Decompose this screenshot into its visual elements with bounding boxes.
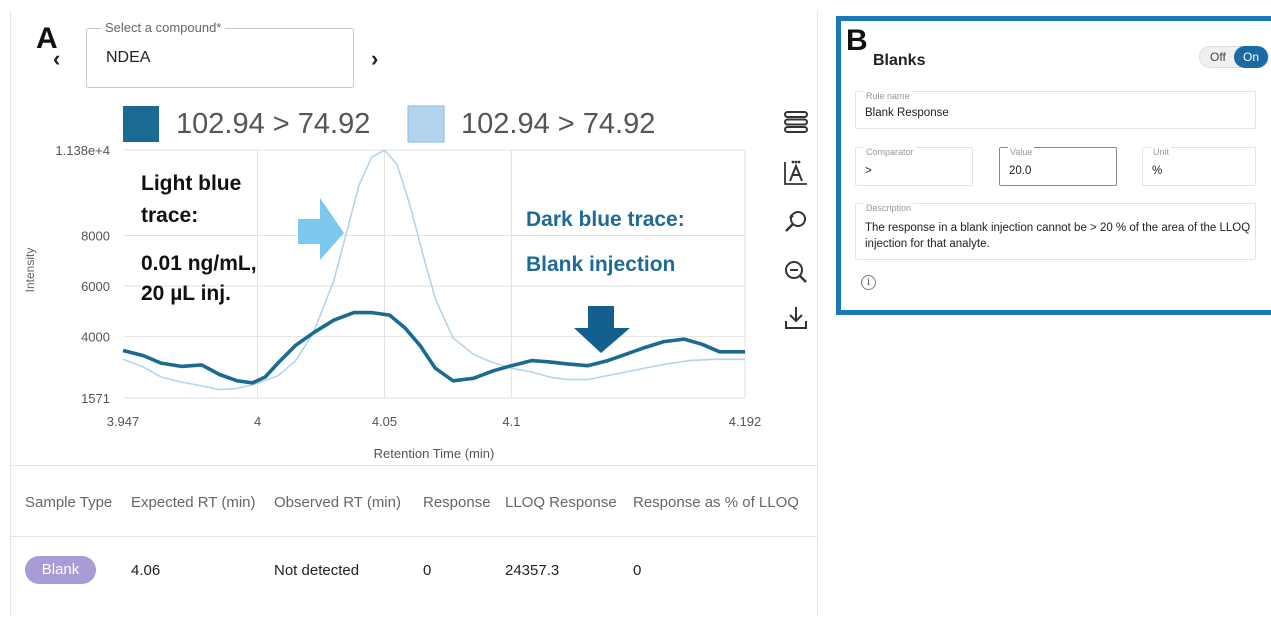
right-arrow-icon <box>298 198 344 260</box>
blanks-title: Blanks <box>873 52 926 69</box>
y-tick-label: 1.138e+4 <box>55 143 110 158</box>
description-value: The response in a blank injection cannot… <box>865 222 1251 250</box>
download-icon[interactable] <box>781 303 811 333</box>
comparator-field[interactable]: Comparator > <box>855 147 973 186</box>
reset-zoom-icon[interactable] <box>781 207 811 237</box>
y-tick-label: 8000 <box>81 228 110 243</box>
rule-name-label: Rule name <box>864 91 912 101</box>
sample-type-badge: Blank <box>25 556 96 584</box>
table-top-divider <box>10 465 818 466</box>
panel-b-letter: B <box>846 24 868 57</box>
legend-swatch <box>407 105 445 143</box>
description-field[interactable]: Description The response in a blank inje… <box>855 203 1256 260</box>
unit-field[interactable]: Unit % <box>1142 147 1256 186</box>
table-header-divider <box>10 536 818 537</box>
col-header-response: Response <box>423 494 491 511</box>
unit-label: Unit <box>1151 147 1172 157</box>
comparator-label: Comparator <box>864 147 916 157</box>
y-axis-label: Intensity <box>23 248 37 293</box>
x-tick-label: 4.192 <box>729 414 762 429</box>
col-header-sample-type: Sample Type <box>25 494 113 511</box>
light-trace-annotation-2: trace: <box>141 204 198 227</box>
dark-trace-annotation-1: Dark blue trace: <box>526 208 685 231</box>
light-trace-annotation-3: 0.01 ng/mL, <box>141 252 257 275</box>
comparator-value: > <box>865 165 872 177</box>
cell-response-pct: 0 <box>633 562 642 579</box>
cell-lloq-response: 24357.3 <box>505 562 560 579</box>
cell-response: 0 <box>423 562 432 579</box>
value-value: 20.0 <box>1009 165 1032 177</box>
down-arrow-icon <box>574 306 630 353</box>
x-axis-label: Retention Time (min) <box>374 446 495 461</box>
rule-name-value: Blank Response <box>865 107 949 119</box>
auto-scale-icon[interactable] <box>781 158 811 188</box>
col-header-expected-rt: Expected RT (min) <box>131 494 256 511</box>
dark-trace-annotation-2: Blank injection <box>526 253 675 276</box>
value-field[interactable]: Value 20.0 <box>999 147 1117 186</box>
light-trace-annotation-1: Light blue <box>141 172 241 195</box>
x-tick-label: 4 <box>254 414 261 429</box>
description-label: Description <box>864 203 914 213</box>
toggle-off-label[interactable]: Off <box>1210 50 1226 64</box>
y-tick-label: 1571 <box>81 391 110 406</box>
col-header-lloq-response: LLOQ Response <box>505 494 617 511</box>
legend-label: 102.94 > 74.92 <box>461 108 655 140</box>
blanks-rule-panel: Blanks Off On Rule name Blank Response C… <box>836 16 1271 315</box>
blanks-toggle[interactable]: Off On <box>1199 46 1269 68</box>
cell-expected-rt: 4.06 <box>131 562 161 579</box>
y-tick-label: 4000 <box>81 330 110 345</box>
toggle-on-label[interactable]: On <box>1234 46 1268 68</box>
col-header-response-pct: Response as % of LLOQ <box>633 494 799 511</box>
light-trace-annotation-4: 20 µL inj. <box>141 282 231 305</box>
x-tick-label: 4.05 <box>372 414 397 429</box>
zoom-out-icon[interactable] <box>781 258 811 288</box>
layers-icon[interactable] <box>781 107 811 137</box>
legend-label: 102.94 > 74.92 <box>176 108 370 140</box>
series-line <box>122 310 745 385</box>
legend-swatch <box>123 106 159 142</box>
rule-name-field[interactable]: Rule name Blank Response <box>855 91 1256 129</box>
info-icon[interactable]: i <box>861 275 876 290</box>
x-tick-label: 4.1 <box>502 414 520 429</box>
unit-value: % <box>1152 165 1163 177</box>
col-header-observed-rt: Observed RT (min) <box>274 494 401 511</box>
cell-observed-rt: Not detected <box>274 562 360 579</box>
y-tick-label: 6000 <box>81 279 110 294</box>
x-tick-label: 3.947 <box>107 414 140 429</box>
value-label: Value <box>1008 147 1035 157</box>
